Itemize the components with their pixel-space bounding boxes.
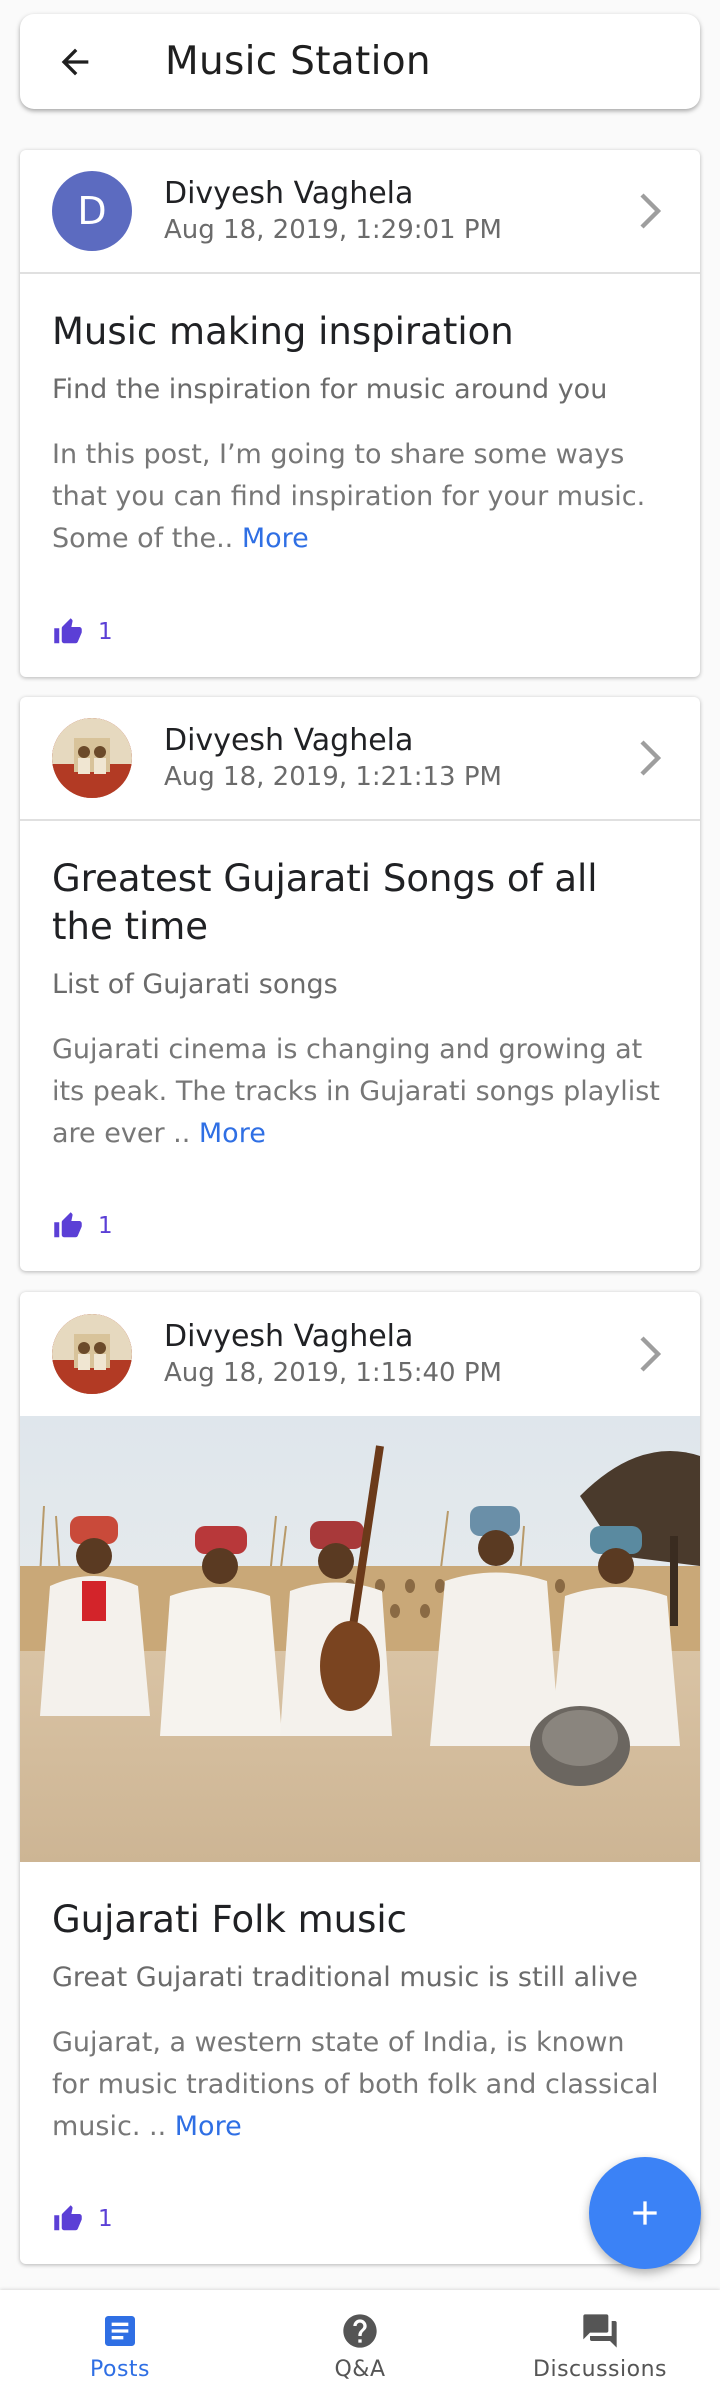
post-date: Aug 18, 2019, 1:29:01 PM	[164, 215, 502, 245]
back-button[interactable]	[20, 14, 130, 109]
likes-count: 1	[98, 1213, 113, 1239]
post-card[interactable]: Divyesh Vaghela Aug 18, 2019, 1:21:13 PM…	[20, 697, 700, 1271]
arrow-back-icon	[61, 48, 89, 75]
post-excerpt: Gujarat, a western state of India, is kn…	[52, 2022, 668, 2148]
post-title: Music making inspiration	[52, 310, 514, 353]
app-bar: Music Station	[20, 14, 700, 109]
post-subtitle: List of Gujarati songs	[52, 969, 338, 1000]
post-card[interactable]: Divyesh Vaghela Aug 18, 2019, 1:15:40 PM	[20, 1292, 700, 2264]
add-post-button[interactable]	[589, 2157, 701, 2269]
nav-discussions[interactable]: Discussions	[480, 2290, 720, 2402]
post-footer: 1	[20, 1191, 145, 1261]
avatar-letter: D	[77, 189, 107, 233]
more-link[interactable]: More	[199, 1118, 266, 1149]
post-date: Aug 18, 2019, 1:15:40 PM	[164, 1358, 502, 1388]
avatar	[52, 1314, 132, 1394]
nav-label: Q&A	[334, 2356, 386, 2382]
thumbs-up-icon[interactable]	[52, 1211, 84, 1241]
post-excerpt: In this post, I’m going to share some wa…	[52, 434, 668, 560]
nav-label: Posts	[90, 2356, 150, 2382]
plus-icon	[633, 2201, 657, 2225]
avatar-photo	[52, 718, 132, 798]
excerpt-text: In this post, I’m going to share some wa…	[52, 439, 646, 554]
nav-label: Discussions	[533, 2356, 667, 2382]
author-name: Divyesh Vaghela	[164, 1319, 414, 1354]
author-name: Divyesh Vaghela	[164, 176, 414, 211]
post-header[interactable]: Divyesh Vaghela Aug 18, 2019, 1:21:13 PM	[20, 697, 700, 821]
post-footer: 1	[20, 2184, 145, 2254]
excerpt-text: Gujarat, a western state of India, is kn…	[52, 2027, 659, 2142]
post-subtitle: Find the inspiration for music around yo…	[52, 374, 608, 405]
chevron-right-icon[interactable]	[638, 191, 662, 231]
more-link[interactable]: More	[175, 2111, 242, 2142]
post-header[interactable]: Divyesh Vaghela Aug 18, 2019, 1:15:40 PM	[20, 1292, 700, 1416]
thumbs-up-icon[interactable]	[52, 2204, 84, 2234]
more-link[interactable]: More	[242, 523, 309, 554]
post-subtitle: Great Gujarati traditional music is stil…	[52, 1962, 638, 1993]
post-image[interactable]	[20, 1416, 700, 1862]
help-circle-icon	[343, 2313, 377, 2348]
author-name: Divyesh Vaghela	[164, 723, 414, 758]
nav-qa[interactable]: Q&A	[240, 2290, 480, 2402]
avatar-photo	[52, 1314, 132, 1394]
page-title: Music Station	[165, 39, 431, 84]
article-icon	[105, 2315, 135, 2346]
post-date: Aug 18, 2019, 1:21:13 PM	[164, 762, 502, 792]
likes-count: 1	[98, 2206, 113, 2232]
app-root: Music Station D Divyesh Vaghela Aug 18, …	[0, 0, 720, 2402]
chevron-right-icon[interactable]	[638, 1334, 662, 1374]
post-title: Greatest Gujarati Songs of all the time	[52, 857, 598, 948]
excerpt-text: Gujarati cinema is changing and growing …	[52, 1034, 660, 1149]
bottom-navigation: Posts Q&A Discussions	[0, 2290, 720, 2402]
thumbs-up-icon[interactable]	[52, 617, 84, 647]
post-title: Gujarati Folk music	[52, 1898, 407, 1941]
likes-count: 1	[98, 619, 113, 645]
avatar: D	[52, 171, 132, 251]
avatar	[52, 718, 132, 798]
post-footer: 1	[20, 597, 145, 667]
forum-icon	[583, 2313, 617, 2348]
post-card[interactable]: D Divyesh Vaghela Aug 18, 2019, 1:29:01 …	[20, 150, 700, 677]
nav-posts[interactable]: Posts	[0, 2290, 240, 2402]
post-excerpt: Gujarati cinema is changing and growing …	[52, 1029, 668, 1155]
chevron-right-icon[interactable]	[638, 738, 662, 778]
post-header[interactable]: D Divyesh Vaghela Aug 18, 2019, 1:29:01 …	[20, 150, 700, 274]
